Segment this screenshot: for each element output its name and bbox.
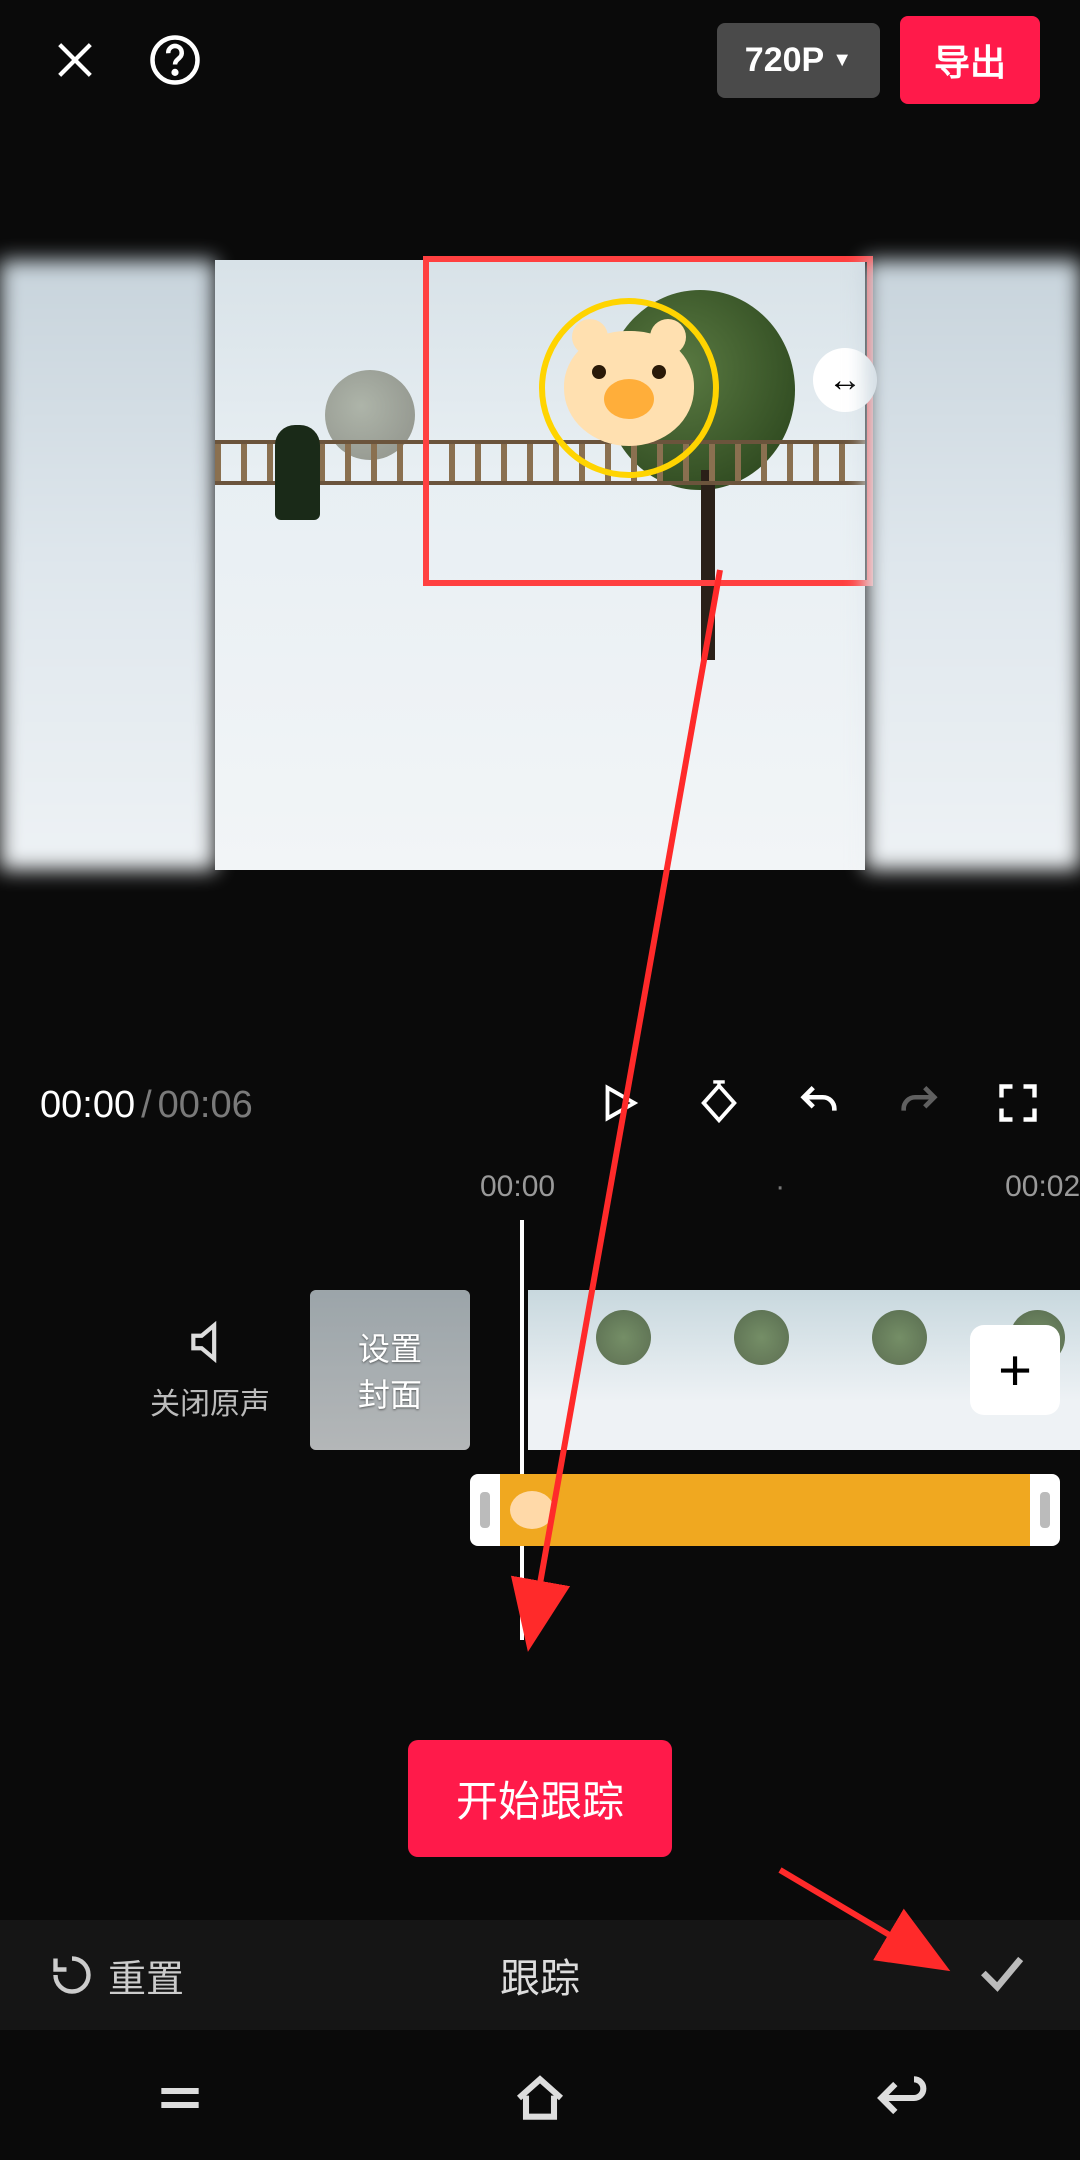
clip-thumbnail (528, 1290, 666, 1450)
timeline[interactable]: 00:00 · 00:02 · 关闭原声 设置 封面 + (0, 1170, 1080, 1680)
preview-frame: ↔ (215, 260, 865, 870)
chevron-down-icon: ▼ (832, 49, 852, 72)
scene-person (275, 425, 320, 520)
preview-blur-left (0, 260, 215, 870)
resolution-label: 720P (745, 41, 824, 80)
header-bar: 720P ▼ 导出 (0, 0, 1080, 120)
fullscreen-icon[interactable] (996, 1081, 1040, 1130)
system-navigation (0, 2040, 1080, 2160)
set-cover-button[interactable]: 设置 封面 (310, 1290, 470, 1450)
preview-blur-right (865, 260, 1080, 870)
time-separator: / (141, 1084, 152, 1127)
playback-controls: 00:00 / 00:06 (0, 1060, 1080, 1150)
video-track-row: 关闭原声 设置 封面 (0, 1290, 1080, 1450)
total-time: 00:06 (158, 1084, 253, 1127)
clip-handle-right[interactable] (1040, 1492, 1050, 1528)
start-tracking-button[interactable]: 开始跟踪 (408, 1740, 672, 1857)
keyframe-icon[interactable] (696, 1080, 742, 1131)
add-clip-button[interactable]: + (970, 1325, 1060, 1415)
play-icon[interactable] (596, 1080, 642, 1131)
clip-handle-left[interactable] (480, 1492, 490, 1528)
pig-sticker-icon (564, 331, 694, 446)
confirm-icon[interactable] (974, 1945, 1030, 2006)
redo-icon (896, 1080, 942, 1131)
help-icon[interactable] (140, 25, 210, 95)
mute-audio-button[interactable]: 关闭原声 (110, 1317, 310, 1423)
sticker-clip[interactable] (500, 1474, 1030, 1546)
bottom-toolbar: 重置 跟踪 (0, 1920, 1080, 2030)
mute-label: 关闭原声 (150, 1379, 270, 1423)
video-preview[interactable]: ↔ (0, 260, 1080, 870)
ruler-mark: 00:00 (480, 1170, 555, 1204)
cover-label-2: 封面 (358, 1370, 422, 1416)
toolbar-title: 跟踪 (500, 1946, 580, 2004)
tracking-circle[interactable] (539, 298, 719, 478)
pig-sticker-icon (510, 1491, 554, 1529)
ruler-mark: 00:02 (1005, 1170, 1080, 1204)
close-icon[interactable] (40, 25, 110, 95)
reset-label: 重置 (108, 1948, 184, 2003)
current-time: 00:00 (40, 1084, 135, 1127)
menu-icon[interactable] (152, 2070, 208, 2131)
time-ruler: 00:00 · 00:02 · (0, 1170, 1080, 1204)
sticker-track[interactable] (470, 1474, 1060, 1546)
reset-button[interactable]: 重置 (50, 1948, 184, 2003)
clip-thumbnail (804, 1290, 942, 1450)
export-button[interactable]: 导出 (900, 16, 1040, 104)
clip-thumbnail (666, 1290, 804, 1450)
tracking-selection-box[interactable]: ↔ (423, 256, 873, 586)
ruler-dot: · (775, 1170, 785, 1204)
home-icon[interactable] (512, 2070, 568, 2131)
undo-icon[interactable] (796, 1080, 842, 1131)
resolution-selector[interactable]: 720P ▼ (717, 23, 880, 98)
back-icon[interactable] (872, 2070, 928, 2131)
cover-label-1: 设置 (358, 1324, 422, 1370)
time-display: 00:00 / 00:06 (40, 1084, 253, 1127)
